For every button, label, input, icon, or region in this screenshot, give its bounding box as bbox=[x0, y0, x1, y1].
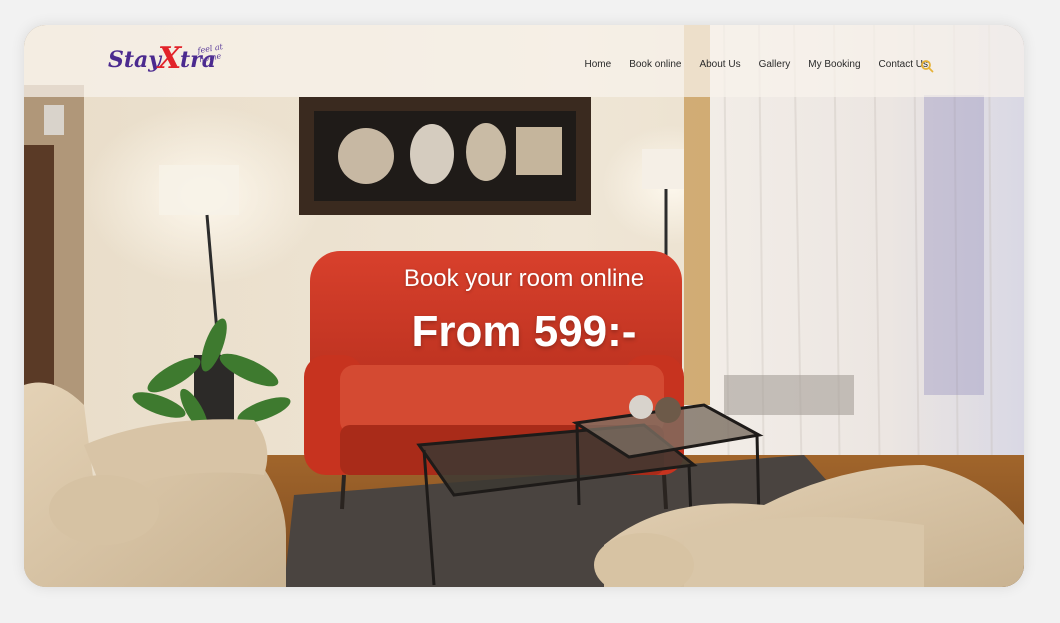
page-frame: Stay X tra feel at home Home Book online… bbox=[24, 25, 1024, 587]
hero-price: From 599:- bbox=[411, 307, 637, 356]
nav-item-about-us[interactable]: About Us bbox=[699, 59, 740, 70]
nav-item-home[interactable]: Home bbox=[585, 59, 612, 70]
main-nav: Home Book online About Us Gallery My Boo… bbox=[585, 59, 929, 70]
search-icon[interactable] bbox=[920, 59, 934, 73]
top-navbar: Stay X tra feel at home Home Book online… bbox=[24, 25, 1024, 97]
hero-title: Book your room online bbox=[403, 265, 645, 292]
brand-logo[interactable]: Stay X tra feel at home bbox=[108, 41, 248, 77]
nav-item-my-booking[interactable]: My Booking bbox=[808, 59, 860, 70]
logo-text-stay: Stay bbox=[108, 47, 162, 73]
logo-text-x: X bbox=[158, 41, 182, 76]
nav-item-book-online[interactable]: Book online bbox=[629, 59, 681, 70]
nav-item-gallery[interactable]: Gallery bbox=[759, 59, 791, 70]
logo-tagline: feel at home bbox=[196, 42, 224, 65]
hero-background-image bbox=[24, 25, 1024, 587]
